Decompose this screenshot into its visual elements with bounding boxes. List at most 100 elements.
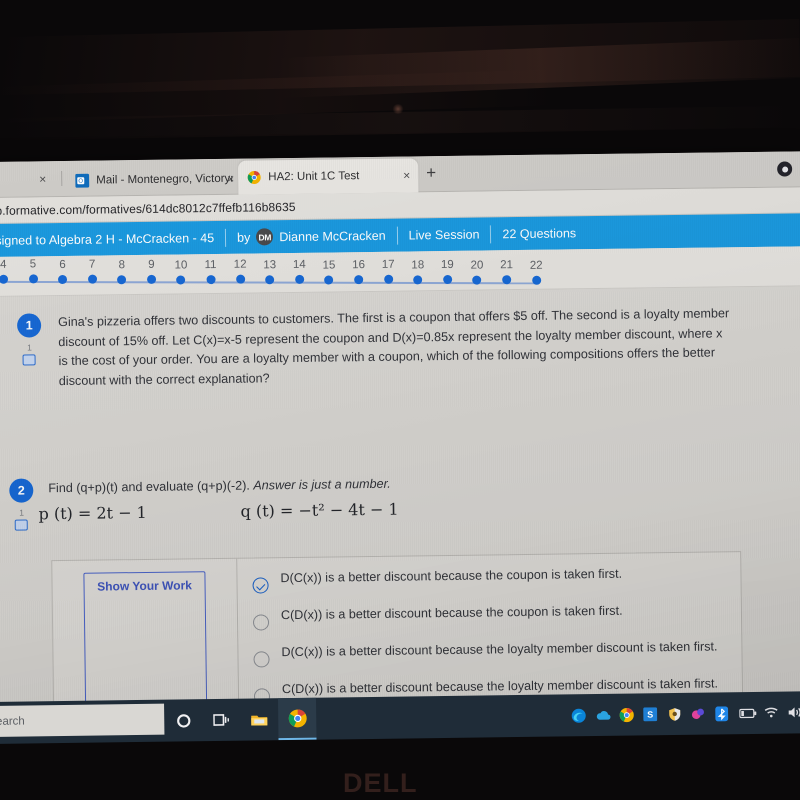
room-reflection xyxy=(279,38,800,98)
app-icon[interactable] xyxy=(691,706,706,721)
question-nav-dot[interactable] xyxy=(354,275,364,285)
question-nav-dot[interactable] xyxy=(206,274,216,285)
s-app-icon[interactable]: S xyxy=(643,706,658,722)
answer-panel: Show Your Work D(C(x)) is a better disco… xyxy=(51,551,744,710)
question-2-note: Answer is just a number. xyxy=(253,476,391,493)
answer-choice-label: C(D(x)) is a better discount because the… xyxy=(280,603,623,623)
answer-choice[interactable]: D(C(x)) is a better discount because the… xyxy=(252,563,726,594)
wifi-icon[interactable] xyxy=(763,705,778,720)
close-icon[interactable]: × xyxy=(227,172,234,186)
answer-choice-label: D(C(x)) is a better discount because the… xyxy=(280,566,623,586)
room-reflection xyxy=(0,69,561,123)
close-icon[interactable]: × xyxy=(403,168,410,182)
formative-content-area: 1 1 Gina's pizzeria offers two discounts… xyxy=(0,286,800,710)
question-nav-dot[interactable] xyxy=(531,275,541,285)
question-nav-number: 18 xyxy=(411,259,425,272)
question-nav-dot[interactable] xyxy=(58,274,68,284)
question-nav-number: 6 xyxy=(59,258,66,271)
question-nav-item[interactable]: 18 xyxy=(411,258,425,285)
chrome-icon[interactable] xyxy=(619,707,634,722)
question-nav-dot[interactable] xyxy=(413,275,423,285)
file-explorer-icon[interactable] xyxy=(240,698,279,740)
search-input[interactable]: search xyxy=(0,703,165,738)
question-nav-number: 22 xyxy=(529,259,543,272)
question-2-text: Find (q+p)(t) and evaluate (q+p)(-2). An… xyxy=(48,472,568,498)
question-nav-item[interactable]: 20 xyxy=(470,258,483,285)
question-nav-item[interactable]: 19 xyxy=(441,258,454,285)
question-nav-item[interactable]: 21 xyxy=(500,258,514,285)
radio-unselected-icon[interactable] xyxy=(252,614,270,631)
question-nav-item[interactable]: 5 xyxy=(28,258,38,284)
live-session-label[interactable]: Live Session xyxy=(409,227,480,242)
question-nav-dot[interactable] xyxy=(146,274,157,284)
question-nav-item[interactable]: 10 xyxy=(174,258,188,285)
question-nav-dot[interactable] xyxy=(265,275,275,285)
question-1-text: Gina's pizzeria offers two discounts to … xyxy=(58,306,730,388)
volume-icon[interactable] xyxy=(787,705,800,720)
question-nav-dot[interactable] xyxy=(472,275,482,285)
question-nav-item[interactable]: 12 xyxy=(234,258,247,285)
task-view-icon[interactable] xyxy=(202,699,241,741)
divider xyxy=(224,228,227,247)
question-nav-item[interactable]: 6 xyxy=(58,258,68,284)
comment-bubble-icon[interactable] xyxy=(14,519,28,531)
question-nav-dot[interactable] xyxy=(0,274,9,284)
question-nav-item[interactable]: 15 xyxy=(322,258,335,285)
question-number-badge: 1 xyxy=(16,313,42,338)
question-nav-number: 11 xyxy=(204,258,217,272)
battery-icon[interactable] xyxy=(739,705,757,720)
url-text: pp.formative.com/formatives/614dc8012c7f… xyxy=(0,199,296,218)
question-nav-number: 21 xyxy=(500,259,514,272)
question-nav-item[interactable]: 16 xyxy=(352,258,365,285)
question-nav-item[interactable]: 22 xyxy=(529,258,543,285)
browser-tab-mail[interactable]: O Mail - Montenegro, Victorya (SH × xyxy=(66,163,241,197)
question-nav-item[interactable]: 13 xyxy=(263,258,276,285)
question-nav-dot[interactable] xyxy=(443,275,453,285)
question-nav-number: 5 xyxy=(29,258,37,271)
radio-selected-icon[interactable] xyxy=(252,577,269,594)
assignment-teacher: by DM Dianne McCracken xyxy=(237,227,386,246)
question-nav-dot[interactable] xyxy=(235,274,245,285)
edge-icon[interactable] xyxy=(571,708,586,723)
svg-text:S: S xyxy=(647,709,653,719)
question-nav-item[interactable]: 11 xyxy=(204,258,217,285)
question-nav-number: 17 xyxy=(381,259,395,272)
onedrive-icon[interactable] xyxy=(595,707,611,722)
bluetooth-icon[interactable] xyxy=(715,705,730,721)
security-shield-icon[interactable] xyxy=(667,706,682,721)
question-nav-number: 10 xyxy=(174,258,188,272)
question-nav-number: 14 xyxy=(292,259,306,272)
question-nav-item[interactable]: 7 xyxy=(87,258,97,284)
chrome-taskbar-icon[interactable] xyxy=(277,697,317,741)
teacher-name: Dianne McCracken xyxy=(279,228,386,244)
question-nav-dot[interactable] xyxy=(176,274,186,285)
profile-avatar-icon[interactable] xyxy=(777,161,793,177)
question-nav-dot[interactable] xyxy=(383,275,393,285)
question-2-prompt: Find (q+p)(t) and evaluate (q+p)(-2). xyxy=(48,478,254,496)
by-label: by xyxy=(237,230,251,245)
question-nav-item[interactable]: 4 xyxy=(0,258,9,284)
question-nav-item[interactable]: 17 xyxy=(381,258,395,285)
tab-close-icon-partial[interactable]: × xyxy=(39,172,46,186)
radio-unselected-icon[interactable] xyxy=(253,651,270,668)
question-nav-dot[interactable] xyxy=(87,274,97,284)
answer-choice[interactable]: C(D(x)) is a better discount because the… xyxy=(252,600,727,631)
question-nav-dot[interactable] xyxy=(28,274,38,284)
comment-bubble-icon[interactable] xyxy=(22,354,36,366)
browser-tab-title: HA2: Unit 1C Test xyxy=(268,170,360,184)
show-your-work-button[interactable]: Show Your Work xyxy=(83,571,208,710)
new-tab-button[interactable]: + xyxy=(426,163,436,182)
room-reflection xyxy=(0,18,800,96)
question-nav-dot[interactable] xyxy=(502,275,512,285)
cortana-icon[interactable] xyxy=(164,699,203,741)
answer-choice[interactable]: D(C(x)) is a better discount because the… xyxy=(253,637,727,668)
question-nav-item[interactable]: 14 xyxy=(292,258,306,285)
show-your-work-column: Show Your Work xyxy=(52,558,240,710)
question-nav-item[interactable]: 8 xyxy=(117,258,127,284)
browser-tab-formative[interactable]: HA2: Unit 1C Test × xyxy=(238,158,419,195)
question-nav-dot[interactable] xyxy=(294,275,305,285)
question-nav-item[interactable]: 9 xyxy=(146,258,157,284)
question-nav-dot[interactable] xyxy=(324,275,334,285)
tab-divider xyxy=(61,171,63,187)
question-nav-dot[interactable] xyxy=(117,274,127,284)
